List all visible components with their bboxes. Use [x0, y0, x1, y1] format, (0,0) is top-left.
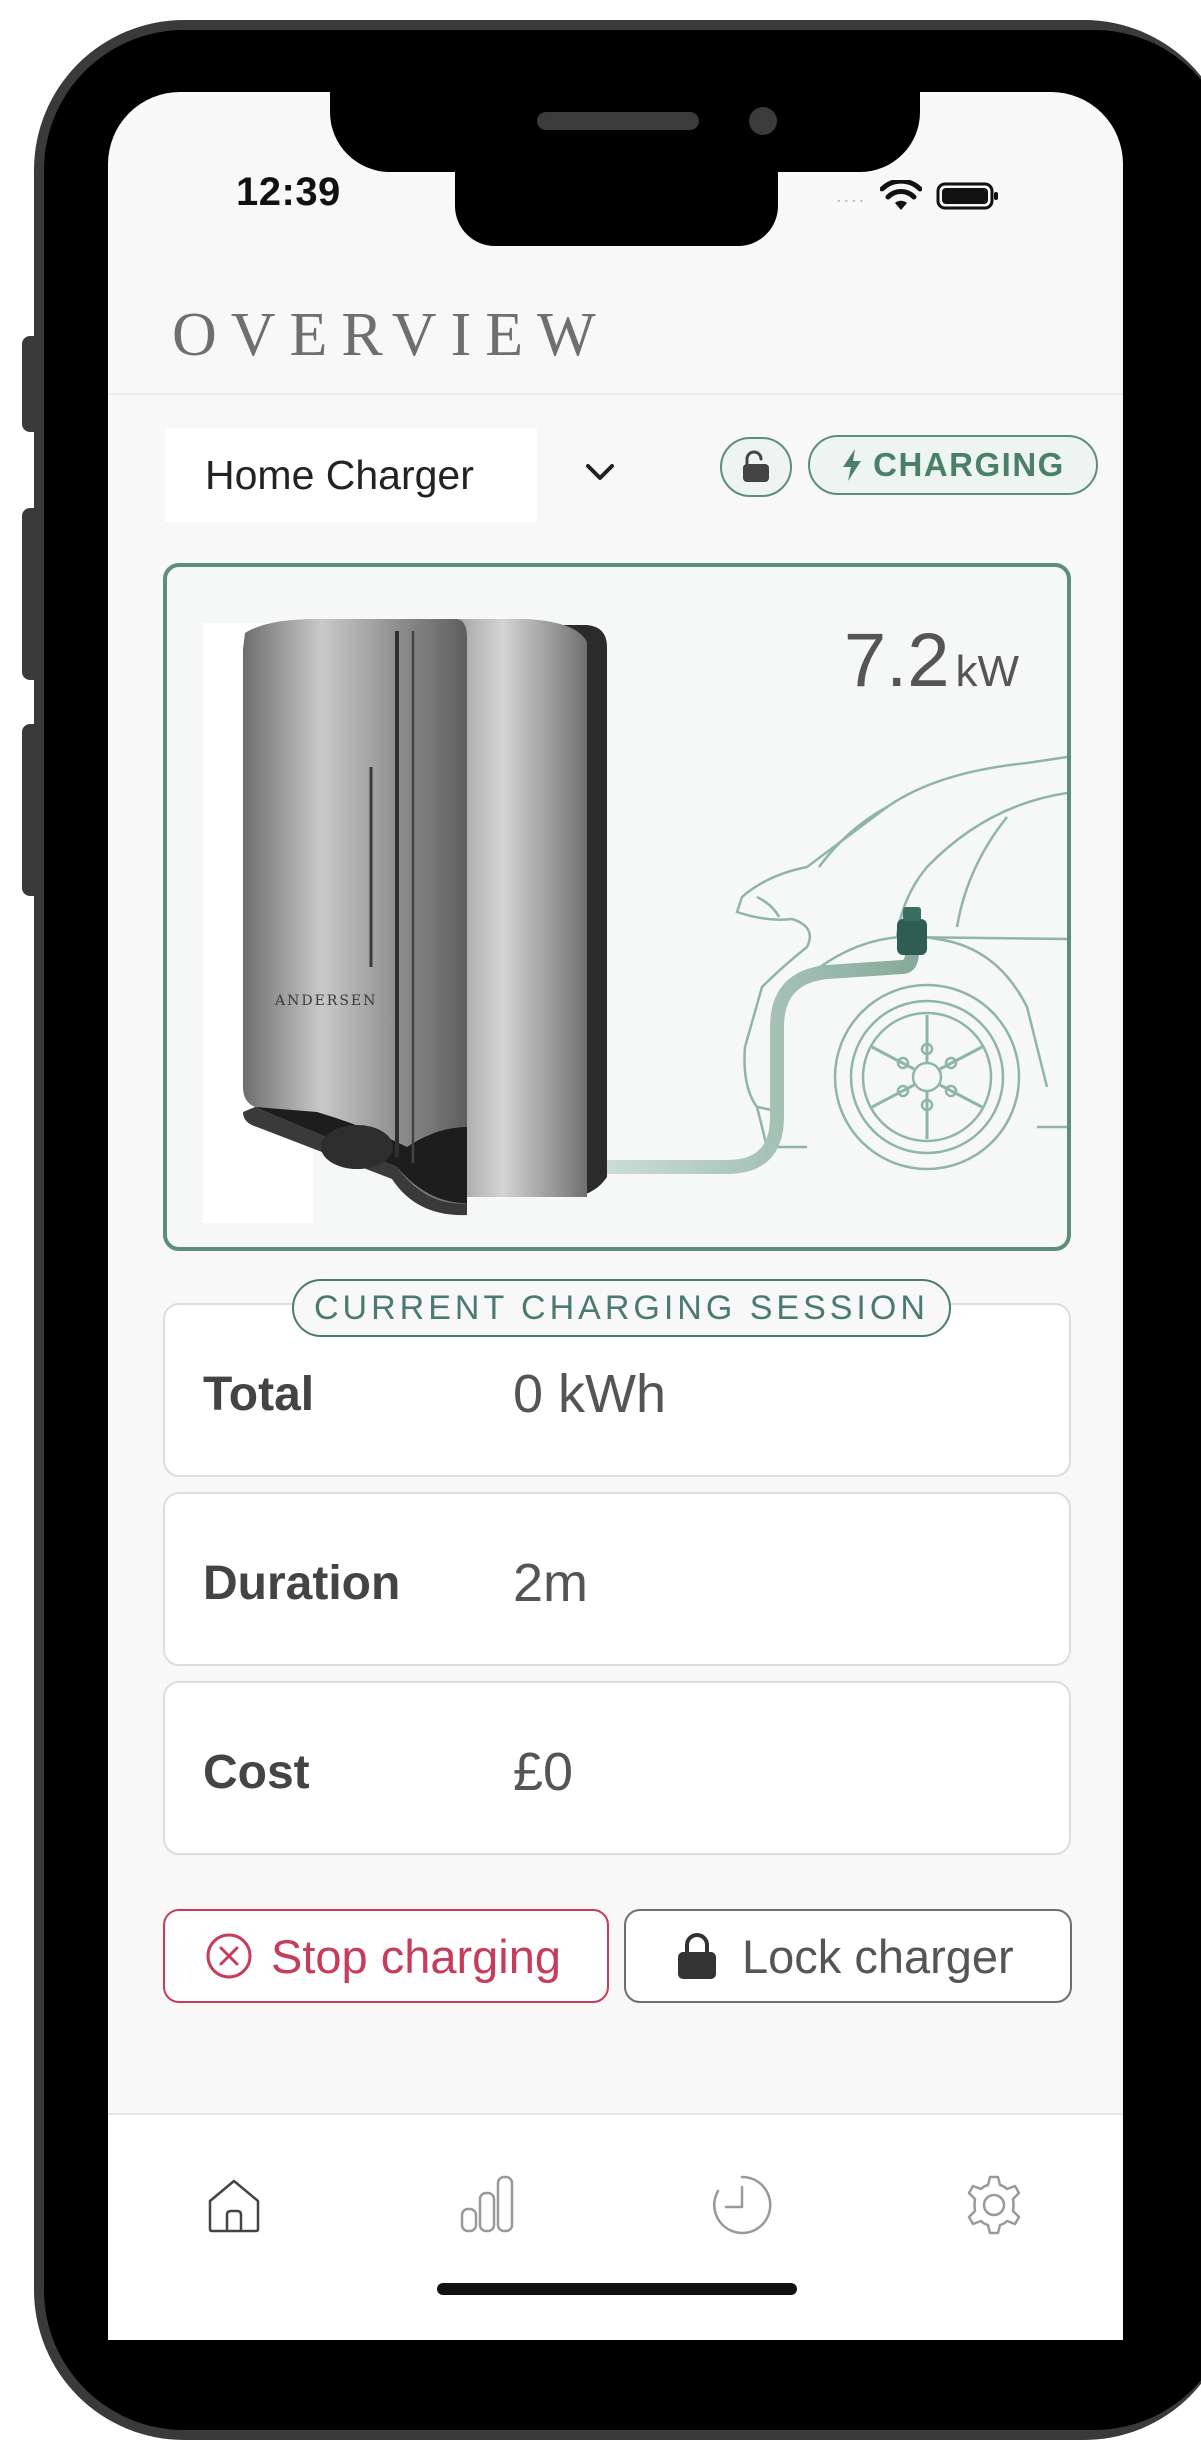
title-divider — [108, 393, 1123, 395]
settings-icon — [967, 2175, 1021, 2235]
signal-dots: .... — [836, 184, 867, 207]
home-icon — [208, 2179, 260, 2233]
stop-circle-icon — [206, 1933, 252, 1979]
stat-card-duration: Duration 2m — [163, 1492, 1071, 1666]
status-time: 12:39 — [236, 170, 341, 214]
bolt-icon — [843, 449, 862, 481]
charging-status-label: CHARGING — [873, 446, 1065, 483]
front-camera — [749, 107, 777, 135]
charger-select[interactable]: Home Charger — [165, 428, 537, 522]
charger-hero-card: 7.2 kW ANDERSEN — [163, 563, 1071, 1251]
charger-unit: ANDERSEN — [243, 619, 607, 1216]
session-label: CURRENT CHARGING SESSION — [292, 1279, 951, 1337]
wifi-icon — [880, 180, 923, 210]
stat-label-duration: Duration — [203, 1557, 401, 1610]
home-indicator — [437, 2283, 797, 2295]
page-title: OVERVIEW — [172, 301, 610, 369]
car-wheel — [833, 983, 1021, 1171]
padlock-icon — [678, 1933, 716, 1979]
stop-charging-label: Stop charging — [271, 1929, 562, 1983]
chevron-down-icon[interactable] — [580, 452, 620, 492]
dynamic-island — [455, 168, 778, 246]
lock-status-badge[interactable] — [720, 437, 792, 497]
charging-cable — [580, 945, 919, 1174]
silent-switch — [22, 336, 38, 432]
notch — [330, 92, 920, 172]
tab-bar — [108, 2115, 1123, 2340]
tab-history[interactable] — [682, 2145, 802, 2265]
charging-status-badge: CHARGING — [808, 435, 1098, 495]
status-icons: .... — [836, 180, 1000, 212]
stat-value-duration: 2m — [513, 1553, 589, 1613]
stat-label-total: Total — [203, 1368, 315, 1421]
stop-charging-button[interactable]: Stop charging — [163, 1909, 609, 2003]
speaker-grille — [537, 112, 699, 130]
tab-settings[interactable] — [934, 2145, 1054, 2265]
stats-icon — [460, 2175, 514, 2233]
history-icon — [713, 2175, 772, 2235]
battery-icon — [936, 182, 999, 210]
tab-home[interactable] — [174, 2145, 294, 2265]
charger-brand-label: ANDERSEN — [274, 993, 377, 1009]
charger-car-illustration: ANDERSEN — [203, 619, 1067, 1223]
unlocked-padlock-icon — [743, 450, 769, 482]
stat-card-cost: Cost £0 — [163, 1681, 1071, 1855]
lock-charger-button[interactable]: Lock charger — [624, 1909, 1072, 2003]
stat-label-cost: Cost — [203, 1746, 310, 1799]
tab-stats[interactable] — [428, 2145, 548, 2265]
charger-select-value: Home Charger — [205, 451, 474, 498]
volume-up-button — [22, 508, 38, 680]
lock-charger-label: Lock charger — [742, 1929, 1014, 1983]
volume-down-button — [22, 724, 38, 896]
stat-value-cost: £0 — [513, 1742, 574, 1802]
stat-value-total: 0 kWh — [513, 1364, 667, 1424]
